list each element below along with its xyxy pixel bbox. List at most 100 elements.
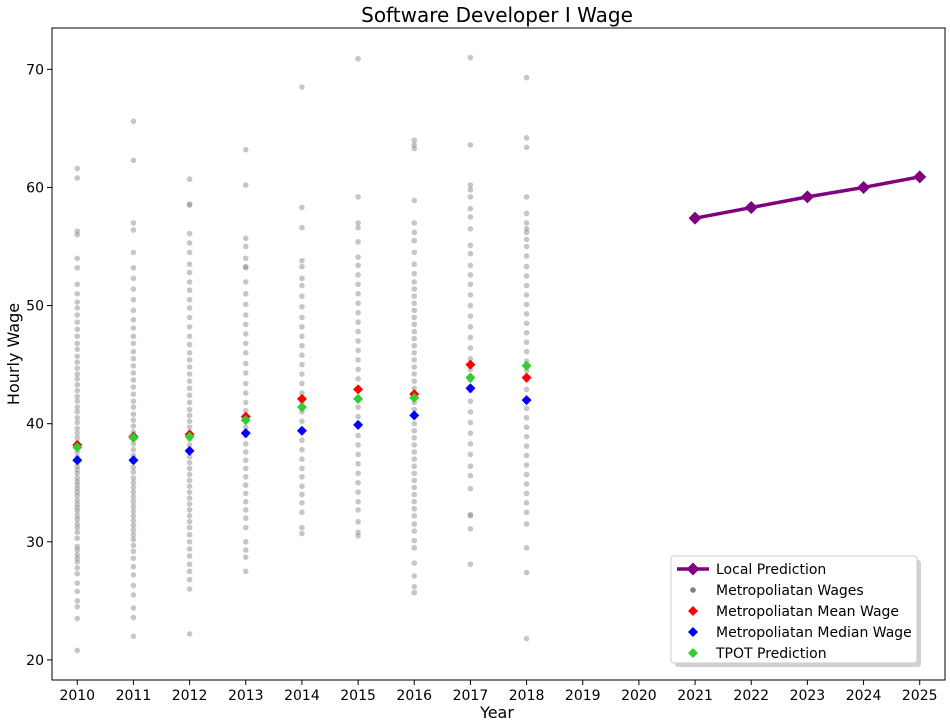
metro-wage-point [186,553,193,559]
metro-wage-point [130,264,137,271]
metro-wage-point [411,371,418,377]
metro-wage-point [355,479,361,486]
metro-wage-point [355,489,361,495]
metro-wage-point [74,387,81,394]
metro-wage-point [355,376,361,382]
y-tick-label: 30 [26,535,44,551]
metro-wage-point [467,472,474,479]
metro-wage-point [74,603,81,610]
metro-wage-point [523,273,530,279]
metro-wage-point [130,404,137,410]
metro-wage-point [523,74,530,81]
metro-wage-point [186,424,193,431]
metro-wage-point [467,313,474,320]
metro-wage-point [74,615,81,622]
metro-wage-point [130,563,137,570]
metro-wage-point [523,405,530,412]
metro-wage-point [467,409,474,415]
metro-wage-point [299,437,305,444]
metro-wage-point [130,464,137,471]
metro-wage-point [355,507,361,513]
local-prediction-point [857,180,871,194]
metro-wage-point [242,568,249,575]
metro-wage-point [74,371,81,377]
median-wage-point [465,383,476,394]
metro-wage-point [523,471,530,478]
metro-wage-point [74,165,81,172]
metro-wage-point [355,319,361,325]
metro-wage-point [242,465,249,472]
metro-wage-point [355,262,361,269]
metro-wage-point [186,371,193,377]
metro-wage-point [355,518,361,525]
metro-wage-point [186,378,193,384]
metro-wage-point [242,146,249,153]
x-tick-label: 2010 [59,688,95,704]
metro-wage-point [355,300,361,307]
metro-wage-point [299,465,305,472]
metro-wage-point [467,419,474,426]
metro-wage-point [130,157,137,164]
median-wage-point [128,455,139,466]
metro-wage-point [355,357,361,363]
metro-wage-point [299,418,305,425]
metro-wage-point [355,451,361,458]
metro-wage-point [299,293,305,299]
metro-wage-point [74,290,81,297]
tpot-prediction-point [521,360,532,371]
metro-wage-point [299,282,305,289]
metro-wage-point [523,292,530,298]
metro-wage-point [74,414,81,421]
metro-wage-point [130,398,137,405]
metro-wage-point [411,249,418,256]
legend-label-tpot-prediction: TPOT Prediction [715,646,827,662]
metro-wage-point [242,340,249,347]
metro-wage-point [467,334,474,341]
metro-wage-point [186,314,193,321]
metro-wage-point [411,229,418,236]
metro-wage-point [467,250,474,257]
metro-wage-point [130,377,137,383]
metro-wage-point [355,194,361,200]
metro-wage-point [130,417,137,423]
metro-wage-point [411,314,418,321]
metro-wage-point [186,279,193,285]
metro-wage-point [130,316,137,323]
metro-wage-point [523,544,530,551]
metro-wage-point [411,498,418,505]
metro-wage-point [523,490,530,497]
legend: Local Prediction Metropoliatan Wages Metro… [670,555,921,667]
metro-wage-point [186,399,193,406]
metro-wage-point [242,182,249,188]
metro-wage-point [299,224,305,231]
metro-wage-point [74,333,81,340]
metro-wage-point [411,335,418,342]
x-tick-label: 2019 [565,688,601,704]
metro-wage-point [523,635,530,642]
metro-wage-point [467,142,474,148]
metro-wage-point [74,299,81,305]
metro-wage-point [242,243,249,250]
metro-wage-point [130,333,137,340]
metro-wage-point [242,331,249,337]
x-tick-label: 2024 [846,688,882,704]
metro-wage-point [242,490,249,497]
legend-label-local-prediction: Local Prediction [716,562,826,578]
metro-wage-point [411,279,418,285]
metro-wage-point [523,443,530,449]
legend-label-metro-median-wage: Metropoliatan Median Wage [716,625,912,641]
metro-wage-point [186,357,193,363]
x-tick-label: 2020 [621,688,657,704]
metro-wage-point [411,321,418,328]
metro-wage-point [74,353,81,360]
metro-wage-point [411,378,418,384]
metro-wage-point [411,513,418,519]
metro-wage-point [74,305,81,311]
metro-wage-point [467,302,474,309]
metro-wage-point [523,569,530,576]
metro-wage-point [411,137,418,144]
metro-wage-point [74,543,81,550]
metro-wage-point [411,293,418,299]
metro-wage-point [186,249,193,256]
metro-wage-point [186,546,193,552]
